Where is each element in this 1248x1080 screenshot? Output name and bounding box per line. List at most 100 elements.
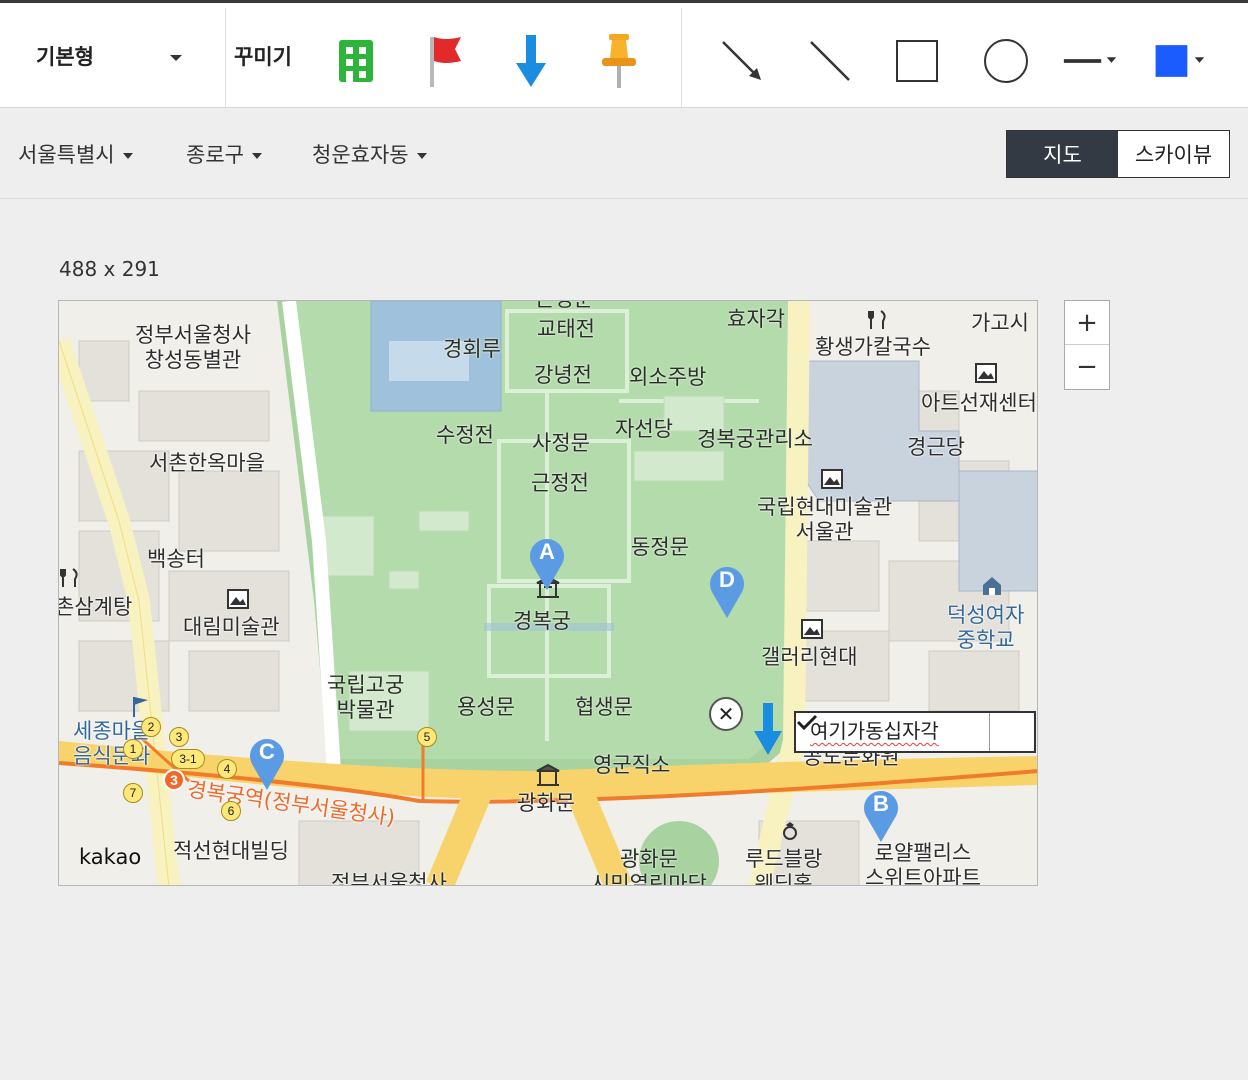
map-label: 경회루 [443,337,501,361]
toolbar-divider [681,8,682,110]
line-style-button[interactable] [1062,31,1118,91]
map-label: 가고시 [971,311,1029,335]
restaurant-icon [868,310,886,329]
gallery-icon [821,469,843,489]
school-icon [983,577,1001,595]
zoom-out-button[interactable]: − [1065,345,1109,389]
marker-c[interactable]: C [247,733,287,791]
red-flag-icon [430,37,461,87]
region-selector-bar: 서울특별시 종로구 청운효자동 지도 스카이뷰 [0,109,1248,199]
map-label: 국립고궁 박물관 [327,673,405,723]
map-label: 수정전 [436,423,494,447]
close-icon[interactable]: ✕ [709,697,743,731]
city-select[interactable]: 서울특별시 [18,139,133,169]
map-label: 경복궁관리소 [697,427,813,451]
palace-icon [536,763,560,786]
marker-b[interactable]: B [861,785,901,843]
map-view-toggle: 지도 스카이뷰 [1006,130,1230,178]
gallery-icon [801,619,823,639]
down-arrow-icon [516,35,546,87]
map-label: 덕성여자 중학교 [947,603,1025,653]
city-label: 서울특별시 [18,143,115,167]
gallery-icon [975,363,997,383]
map-label: 경근당 [907,435,965,459]
subway-exit-badge: 2 [141,717,161,737]
map-label: 광화문 시민열린마당 [591,847,707,886]
preset-select-label[interactable]: 기본형 [36,41,94,71]
district-label: 종로구 [186,143,244,167]
arrow-stamp-button[interactable] [503,31,559,91]
flag-stamp-button[interactable] [415,31,471,91]
drawing-toolbar: 기본형 꾸미기 [0,0,1248,110]
zoom-control: + − [1064,300,1110,390]
pushpin-stamp-button[interactable] [591,31,647,91]
map-label: 근정전 [531,471,589,495]
subway-exit-badge: 3-1 [171,749,205,769]
circle-icon [984,39,1028,83]
map-canvas[interactable]: 정부서울청사 창성동별관 경회루 교태전 강녕전 외소주방 효자각 황생가칼국수 … [58,300,1038,886]
map-label: 정부서울청사 [331,871,447,886]
district-select[interactable]: 종로구 [186,139,262,169]
chevron-down-icon [251,153,262,159]
building-icon [339,40,373,82]
map-label: 자선당 [615,417,673,441]
map-label: 대림미술관 [183,615,280,639]
flag-icon [133,697,148,717]
map-label: 서촌한옥마을 [149,451,265,475]
subway-line-badge: 3 [163,769,185,791]
map-label: 백송터 [147,547,205,571]
memo-input-box[interactable]: 여기가동십자각 [794,711,1036,753]
map-label: 외소주방 [629,365,707,389]
map-label: 광화문 [517,791,575,815]
map-label: 적선현대빌딩 [173,839,289,863]
kakao-logo: kakao [79,845,142,869]
arrow-line-tool[interactable] [714,31,770,91]
map-label: 사정문 [532,431,590,455]
toolbar-divider [225,8,226,110]
color-picker-button[interactable] [1150,31,1206,91]
map-label: 협생문 [575,695,633,719]
wedding-ring-icon [783,822,797,840]
decorate-label: 꾸미기 [234,45,292,69]
chevron-down-icon [122,153,133,159]
subway-exit-badge: 6 [221,801,241,821]
map-label: 루드블랑 웨딩홀 [745,847,823,886]
map-label: 근정문 [535,301,593,312]
map-label: 황생가칼국수 [815,335,931,359]
map-label: 효자각 [727,307,785,331]
subway-exit-badge: 1 [123,739,143,759]
map-size-label: 488 x 291 [59,257,160,281]
building-stamp-button[interactable] [328,31,384,91]
rectangle-icon [896,40,938,82]
confirm-button[interactable] [796,713,1034,751]
neighborhood-label: 청운효자동 [312,143,409,167]
zoom-in-button[interactable]: + [1065,301,1109,345]
map-label: 갤러리현대 [761,645,858,669]
memo-text-input[interactable]: 여기가동십자각 [796,713,990,751]
line-icon [810,41,850,81]
map-label: 아트선재센터 [921,391,1037,415]
restaurant-icon [60,568,78,587]
arrow-line-icon [722,41,761,80]
pushpin-icon [602,34,636,88]
map-label: 동정문 [631,535,689,559]
subway-exit-badge: 4 [217,759,237,779]
map-label: 강녕전 [534,363,592,387]
down-arrow-icon[interactable] [753,703,783,757]
subway-exit-badge: 5 [417,727,437,747]
map-label: 정부서울청사 창성동별관 [135,323,251,373]
marker-a[interactable]: A [527,533,567,591]
chevron-down-icon[interactable] [170,55,182,61]
rectangle-tool[interactable] [889,31,945,91]
map-label: 영군직소 [593,753,671,777]
marker-d[interactable]: D [707,561,747,619]
circle-tool[interactable] [978,31,1034,91]
color-picker-icon [1155,45,1205,77]
subway-exit-badge: 3 [169,727,189,747]
subway-exit-badge: 7 [123,783,143,803]
neighborhood-select[interactable]: 청운효자동 [312,139,427,169]
map-view-button[interactable]: 지도 [1007,131,1118,177]
line-tool[interactable] [802,31,858,91]
line-style-icon [1063,57,1117,63]
skyview-button[interactable]: 스카이뷰 [1118,131,1229,177]
